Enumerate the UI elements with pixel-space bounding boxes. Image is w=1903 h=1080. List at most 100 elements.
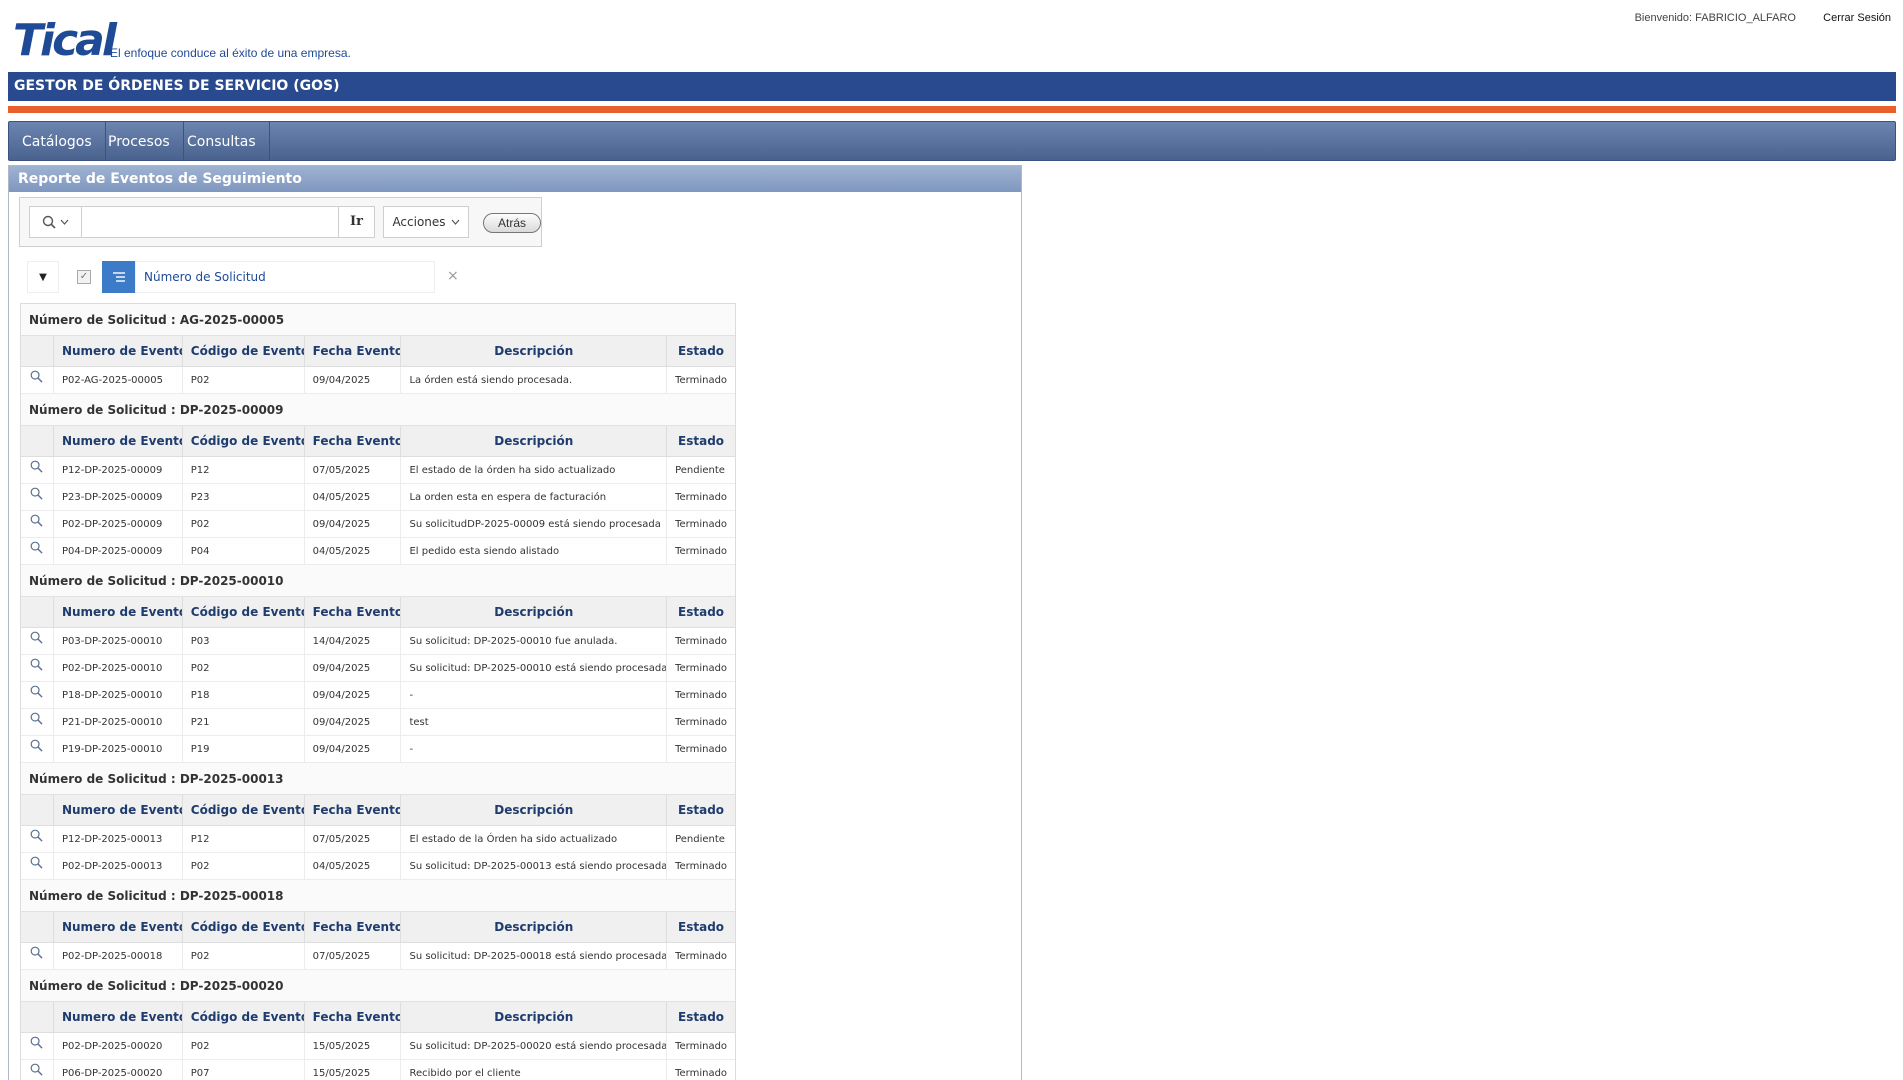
chevron-down-icon bbox=[451, 219, 459, 225]
table-cell: 15/05/2025 bbox=[305, 1060, 402, 1080]
main-menu: Catálogos Procesos Consultas bbox=[8, 121, 1896, 161]
table-cell: P18 bbox=[183, 682, 305, 708]
table-cell: 04/05/2025 bbox=[305, 853, 402, 879]
view-detail-button[interactable] bbox=[21, 511, 54, 537]
column-header[interactable]: Descripción bbox=[401, 1002, 668, 1032]
filter-label[interactable]: Número de Solicitud bbox=[135, 261, 435, 293]
column-header[interactable]: Estado bbox=[667, 597, 735, 627]
view-detail-button[interactable] bbox=[21, 1060, 54, 1080]
go-button[interactable]: Ir bbox=[338, 207, 374, 237]
column-header[interactable]: Código de Evento bbox=[183, 597, 305, 627]
table-cell: 07/05/2025 bbox=[305, 826, 402, 852]
column-header[interactable]: Código de Evento bbox=[183, 795, 305, 825]
view-detail-button[interactable] bbox=[21, 655, 54, 681]
column-header-blank bbox=[21, 426, 54, 456]
table-cell: Terminado bbox=[675, 690, 728, 701]
page-header: Tical El enfoque conduce al éxito de una… bbox=[0, 0, 1903, 72]
column-header[interactable]: Numero de Evento bbox=[54, 597, 183, 627]
column-header[interactable]: Fecha Evento bbox=[305, 336, 402, 366]
app-title: GESTOR DE ÓRDENES DE SERVICIO (GOS) bbox=[14, 78, 340, 94]
actions-menu-button[interactable]: Acciones bbox=[383, 206, 469, 238]
table-cell: Su solicitud: DP-2025-00010 fue anulada. bbox=[401, 628, 668, 654]
column-header[interactable]: Código de Evento bbox=[183, 912, 305, 942]
column-header[interactable]: Descripción bbox=[401, 426, 668, 456]
table-cell: Su solicitud: DP-2025-00013 está siendo … bbox=[401, 853, 668, 879]
menu-item-procesos[interactable]: Procesos bbox=[95, 122, 184, 160]
column-header[interactable]: Numero de Evento bbox=[54, 336, 183, 366]
view-detail-button[interactable] bbox=[21, 484, 54, 510]
table-cell: Su solicitud: DP-2025-00018 está siendo … bbox=[401, 943, 668, 969]
view-detail-button[interactable] bbox=[21, 682, 54, 708]
column-header[interactable]: Descripción bbox=[401, 912, 668, 942]
column-header[interactable]: Código de Evento bbox=[183, 336, 305, 366]
view-detail-button[interactable] bbox=[21, 853, 54, 879]
tagline: El enfoque conduce al éxito de una empre… bbox=[110, 46, 351, 60]
column-header[interactable]: Numero de Evento bbox=[54, 912, 183, 942]
back-button[interactable]: Atrás bbox=[483, 213, 541, 233]
search-input[interactable] bbox=[82, 207, 338, 237]
column-header[interactable]: Estado bbox=[667, 336, 735, 366]
table-cell: P03-DP-2025-00010 bbox=[54, 628, 183, 654]
group-header: Número de Solicitud : DP-2025-00018 bbox=[21, 880, 735, 912]
view-detail-button[interactable] bbox=[21, 709, 54, 735]
table-cell: Terminado bbox=[675, 744, 728, 755]
column-header[interactable]: Fecha Evento bbox=[305, 597, 402, 627]
table-cell: 04/05/2025 bbox=[305, 484, 402, 510]
table-cell: P02-DP-2025-00009 bbox=[54, 511, 183, 537]
view-detail-button[interactable] bbox=[21, 943, 54, 969]
table-cell: 09/04/2025 bbox=[305, 367, 402, 393]
column-header[interactable]: Estado bbox=[667, 426, 735, 456]
table-cell: 09/04/2025 bbox=[305, 736, 402, 762]
view-detail-button[interactable] bbox=[21, 538, 54, 564]
table-cell: P12 bbox=[183, 457, 305, 483]
column-header[interactable]: Estado bbox=[667, 1002, 735, 1032]
column-header[interactable]: Fecha Evento bbox=[305, 426, 402, 456]
table-row: P19-DP-2025-00010 P19 09/04/2025- Terminado bbox=[21, 736, 735, 763]
column-header[interactable]: Estado bbox=[667, 795, 735, 825]
table-cell: P18-DP-2025-00010 bbox=[54, 682, 183, 708]
group-header: Número de Solicitud : DP-2025-00009 bbox=[21, 394, 735, 426]
view-detail-button[interactable] bbox=[21, 826, 54, 852]
column-header[interactable]: Código de Evento bbox=[183, 426, 305, 456]
accent-divider bbox=[8, 106, 1896, 113]
column-header[interactable]: Descripción bbox=[401, 597, 668, 627]
column-header[interactable]: Fecha Evento bbox=[305, 1002, 402, 1032]
search-column-selector[interactable] bbox=[30, 207, 82, 237]
table-cell: Terminado bbox=[675, 492, 728, 503]
table-cell: 07/05/2025 bbox=[305, 943, 402, 969]
table-row: P03-DP-2025-00010 P03 14/04/2025 Su solicit… bbox=[21, 628, 735, 655]
column-header[interactable]: Numero de Evento bbox=[54, 795, 183, 825]
table-row: P02-DP-2025-00013 P02 04/05/2025 Su solicit… bbox=[21, 853, 735, 880]
remove-filter-icon[interactable]: × bbox=[447, 268, 459, 284]
table-row: P21-DP-2025-00010 P21 09/04/2025 test Termin… bbox=[21, 709, 735, 736]
column-header-row: Numero de Evento Código de Evento Fecha Ev… bbox=[21, 1002, 735, 1033]
view-detail-button[interactable] bbox=[21, 457, 54, 483]
view-detail-button[interactable] bbox=[21, 1033, 54, 1059]
magnifier-icon bbox=[30, 538, 44, 564]
magnifier-icon bbox=[30, 628, 44, 654]
view-detail-button[interactable] bbox=[21, 736, 54, 762]
column-header[interactable]: Fecha Evento bbox=[305, 795, 402, 825]
collapse-toggle[interactable]: ▼ bbox=[27, 261, 59, 293]
table-cell: 09/04/2025 bbox=[305, 511, 402, 537]
table-cell: P02 bbox=[183, 655, 305, 681]
column-header[interactable]: Fecha Evento bbox=[305, 912, 402, 942]
magnifier-icon bbox=[30, 736, 44, 762]
column-header[interactable]: Código de Evento bbox=[183, 1002, 305, 1032]
column-header[interactable]: Descripción bbox=[401, 336, 668, 366]
column-header-blank bbox=[21, 336, 54, 366]
column-header[interactable]: Estado bbox=[667, 912, 735, 942]
column-header[interactable]: Numero de Evento bbox=[54, 1002, 183, 1032]
column-header[interactable]: Numero de Evento bbox=[54, 426, 183, 456]
table-cell: 09/04/2025 bbox=[305, 709, 402, 735]
column-header[interactable]: Descripción bbox=[401, 795, 668, 825]
column-header-blank bbox=[21, 1002, 54, 1032]
filter-enable-checkbox[interactable]: ✓ bbox=[77, 270, 91, 284]
report-region: Reporte de Eventos de Seguimiento Ir Acc… bbox=[8, 165, 1022, 1080]
view-detail-button[interactable] bbox=[21, 367, 54, 393]
menu-item-consultas[interactable]: Consultas bbox=[174, 122, 270, 160]
logout-link[interactable]: Cerrar Sesión bbox=[1823, 12, 1891, 24]
view-detail-button[interactable] bbox=[21, 628, 54, 654]
actions-label: Acciones bbox=[392, 215, 446, 229]
menu-item-catalogos[interactable]: Catálogos bbox=[9, 122, 106, 160]
